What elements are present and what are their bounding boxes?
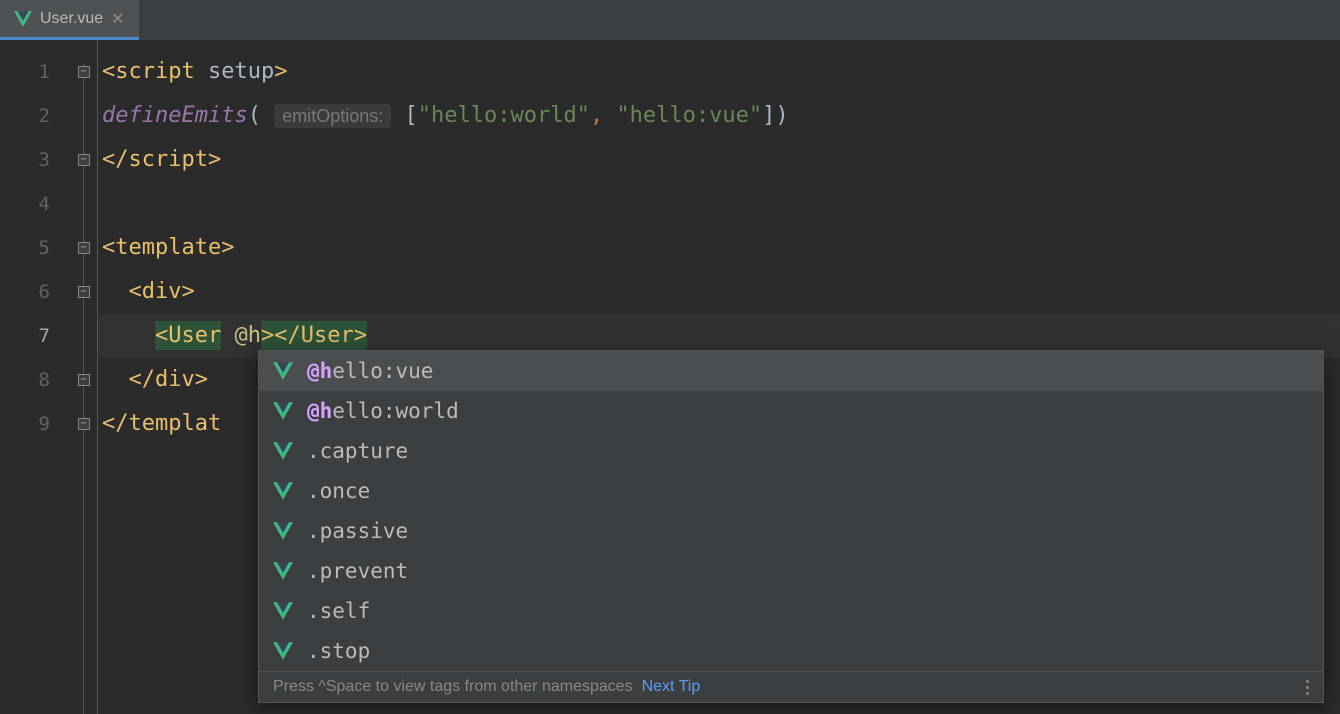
fold-column: − − − − − − xyxy=(70,40,98,714)
code-line[interactable]: <script setup> xyxy=(98,50,1340,94)
autocomplete-item[interactable]: .capture xyxy=(259,431,1323,471)
code-line[interactable]: <div> xyxy=(98,270,1340,314)
parameter-hint: emitOptions: xyxy=(274,104,391,128)
autocomplete-item[interactable]: .self xyxy=(259,591,1323,631)
fold-end-icon[interactable]: − xyxy=(78,418,90,430)
autocomplete-item[interactable]: .once xyxy=(259,471,1323,511)
file-tab[interactable]: User.vue ✕ xyxy=(0,0,139,40)
fold-end-icon[interactable]: − xyxy=(78,154,90,166)
line-number: 2 xyxy=(0,94,70,138)
vue-icon xyxy=(273,522,293,540)
autocomplete-item[interactable]: @hello:vue xyxy=(259,351,1323,391)
tab-bar: User.vue ✕ xyxy=(0,0,1340,40)
autocomplete-footer: Press ^Space to view tags from other nam… xyxy=(259,671,1323,702)
code-editor[interactable]: 1 2 3 4 5 6 7 8 9 − − − − − − <script se… xyxy=(0,40,1340,714)
line-number: 8 xyxy=(0,358,70,402)
vue-icon xyxy=(273,602,293,620)
line-number: 5 xyxy=(0,226,70,270)
autocomplete-item[interactable]: @hello:world xyxy=(259,391,1323,431)
line-number: 1 xyxy=(0,50,70,94)
vue-icon xyxy=(273,482,293,500)
code-line[interactable] xyxy=(98,182,1340,226)
vue-icon xyxy=(273,442,293,460)
more-options-icon[interactable] xyxy=(1306,680,1309,695)
autocomplete-popup: @hello:vue @hello:world .capture .once .… xyxy=(258,350,1324,703)
autocomplete-item[interactable]: .stop xyxy=(259,631,1323,671)
fold-toggle-icon[interactable]: − xyxy=(78,286,90,298)
fold-toggle-icon[interactable]: − xyxy=(78,242,90,254)
fold-toggle-icon[interactable]: − xyxy=(78,66,90,78)
vue-icon xyxy=(273,402,293,420)
line-number: 7 xyxy=(0,314,70,358)
line-number: 9 xyxy=(0,402,70,446)
autocomplete-item[interactable]: .passive xyxy=(259,511,1323,551)
line-number: 3 xyxy=(0,138,70,182)
footer-hint-text: Press ^Space to view tags from other nam… xyxy=(273,678,633,695)
code-line[interactable]: defineEmits( emitOptions: ["hello:world"… xyxy=(98,94,1340,138)
line-number: 4 xyxy=(0,182,70,226)
vue-file-icon xyxy=(14,11,32,27)
code-line[interactable]: </script> xyxy=(98,138,1340,182)
code-line[interactable]: <template> xyxy=(98,226,1340,270)
fold-end-icon[interactable]: − xyxy=(78,374,90,386)
line-number: 6 xyxy=(0,270,70,314)
close-tab-icon[interactable]: ✕ xyxy=(111,9,124,29)
vue-icon xyxy=(273,642,293,660)
line-number-gutter: 1 2 3 4 5 6 7 8 9 xyxy=(0,40,70,714)
tab-filename: User.vue xyxy=(40,10,103,28)
next-tip-link[interactable]: Next Tip xyxy=(642,678,701,695)
vue-icon xyxy=(273,562,293,580)
autocomplete-item[interactable]: .prevent xyxy=(259,551,1323,591)
vue-icon xyxy=(273,362,293,380)
